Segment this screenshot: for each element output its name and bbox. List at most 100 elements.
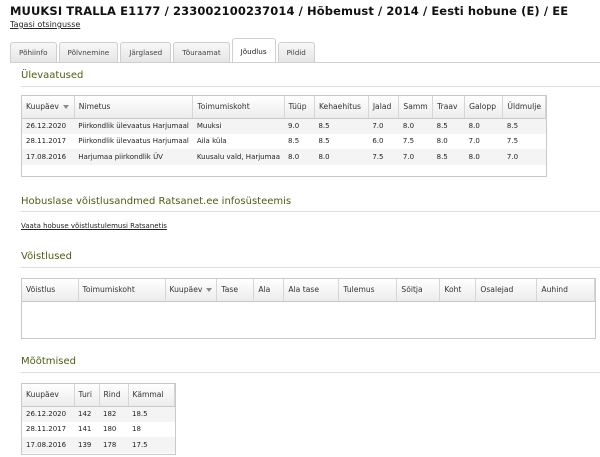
table-cell: 8.0 bbox=[284, 149, 315, 165]
competitions-header-cell[interactable]: Ala tase bbox=[283, 279, 340, 302]
tab-joudlus[interactable]: Jõudlus bbox=[231, 38, 276, 63]
overviews-header-cell[interactable]: Kuupäev bbox=[22, 96, 75, 119]
tab-pildid[interactable]: Pildid bbox=[277, 42, 315, 62]
table-cell: 26.12.2020 bbox=[22, 118, 75, 134]
table-cell: Muuksi bbox=[192, 118, 285, 134]
table-cell: Kuusalu vald, Harjumaa bbox=[192, 149, 285, 165]
table-row[interactable]: 28.11.2017 Piirkondlik ülevaatus Harjuma… bbox=[22, 134, 546, 150]
back-to-search-link[interactable]: Tagasi otsingusse bbox=[10, 20, 80, 29]
competitions-header-cell[interactable]: Võistlus bbox=[22, 279, 79, 302]
measurements-header-cell[interactable]: Kuupäev bbox=[22, 384, 75, 407]
table-row[interactable]: 26.12.2020 142 182 18.5 bbox=[22, 406, 175, 422]
table-cell: 7.5 bbox=[368, 149, 399, 165]
section-divider bbox=[21, 211, 600, 212]
measurements-header-cell[interactable]: Rind bbox=[99, 384, 129, 407]
table-cell: 7.5 bbox=[402, 137, 415, 146]
overviews-table: Kuupäev Nimetus Toimumiskoht Tüüp Kehaeh… bbox=[21, 95, 547, 177]
overviews-header-cell[interactable]: Jalad bbox=[368, 96, 400, 119]
table-cell: 8.5 bbox=[314, 118, 369, 134]
table-row[interactable]: 26.12.2020 Piirkondlik ülevaatus Harjuma… bbox=[22, 118, 546, 134]
measurements-header-cell[interactable]: Turi bbox=[74, 384, 100, 407]
competitions-header-cell[interactable]: Tulemus bbox=[338, 279, 398, 302]
measurements-title: Mõõtmised bbox=[21, 356, 77, 367]
overviews-header-cell[interactable]: Traav bbox=[432, 96, 466, 119]
competitions-table: Võistlus Toimumiskoht Kuupäev Tase Ala A… bbox=[21, 278, 596, 339]
overviews-header-cell[interactable]: Toimumiskoht bbox=[192, 96, 285, 119]
tab-touraamat[interactable]: Tõuraamat bbox=[173, 42, 230, 62]
overviews-header-cell[interactable]: Samm bbox=[398, 96, 434, 119]
table-cell: 28.11.2017 bbox=[26, 137, 67, 146]
table-cell: 142 bbox=[74, 406, 99, 422]
section-divider bbox=[21, 86, 600, 87]
table-cell: 141 bbox=[78, 425, 92, 434]
table-cell: 8.0 bbox=[464, 118, 503, 134]
table-cell: 8.0 bbox=[436, 137, 448, 146]
table-cell: 182 bbox=[99, 406, 128, 422]
measurements-header-cell[interactable]: Kämmal bbox=[128, 384, 175, 407]
tab-polvnemine[interactable]: Põlvnemine bbox=[58, 42, 119, 62]
measurements-header-row: Kuupäev Turi Rind Kämmal bbox=[22, 384, 175, 407]
table-cell: 6.0 bbox=[372, 137, 384, 146]
table-cell: 7.0 bbox=[398, 149, 433, 165]
table-row[interactable]: 17.08.2016 139 178 17.5 bbox=[22, 437, 175, 453]
table-cell: 28.11.2017 bbox=[26, 425, 67, 434]
overviews-header-cell[interactable]: Kehaehitus bbox=[314, 96, 369, 119]
table-cell: 8.5 bbox=[502, 118, 546, 134]
table-cell: 17.5 bbox=[128, 437, 175, 453]
table-row[interactable]: 17.08.2016 Harjumaa piirkondlik ÜV Kuusa… bbox=[22, 149, 546, 165]
tab-jarglased[interactable]: Järglased bbox=[120, 42, 172, 62]
table-cell: 139 bbox=[74, 437, 99, 453]
measurements-table: Kuupäev Turi Rind Kämmal 26.12.2020 142 … bbox=[21, 383, 176, 455]
competitions-header-cell[interactable]: Kuupäev bbox=[165, 279, 218, 302]
table-cell: 17.08.2016 bbox=[22, 437, 74, 453]
table-cell: 7.0 bbox=[502, 149, 546, 165]
table-cell: 8.5 bbox=[432, 149, 465, 165]
ratsanet-results-link[interactable]: Vaata hobuse võistlustulemusi Ratsanetis bbox=[21, 222, 167, 230]
overviews-header-cell[interactable]: Galopp bbox=[464, 96, 504, 119]
competitions-header-cell[interactable]: Sõitja bbox=[396, 279, 441, 302]
table-cell: 7.0 bbox=[468, 137, 480, 146]
table-cell: 9.0 bbox=[284, 118, 315, 134]
competitions-header-cell[interactable]: Ala bbox=[253, 279, 285, 302]
competitions-header-cell[interactable]: Osalejad bbox=[475, 279, 538, 302]
table-cell: 7.5 bbox=[506, 137, 519, 146]
table-cell: 26.12.2020 bbox=[22, 406, 74, 422]
section-divider bbox=[21, 372, 600, 373]
ratsanet-title: Hobuslase võistlusandmed Ratsanet.ee inf… bbox=[21, 196, 292, 207]
competitions-header-cell[interactable]: Koht bbox=[439, 279, 477, 302]
table-cell: 8.0 bbox=[398, 118, 433, 134]
overviews-header-row: Kuupäev Nimetus Toimumiskoht Tüüp Kehaeh… bbox=[22, 96, 546, 119]
table-cell: 17.08.2016 bbox=[22, 149, 75, 165]
overviews-header-cell[interactable]: Üldmulje bbox=[502, 96, 546, 119]
competitions-header-row: Võistlus Toimumiskoht Kuupäev Tase Ala A… bbox=[22, 279, 595, 302]
table-cell: 18 bbox=[132, 425, 141, 434]
table-cell: 178 bbox=[99, 437, 128, 453]
table-cell: 7.0 bbox=[368, 118, 399, 134]
competitions-header-cell[interactable]: Auhind bbox=[536, 279, 595, 302]
page-title: MUUKSI TRALLA E1177 / 233002100237014 / … bbox=[10, 4, 569, 18]
table-cell: Aila küla bbox=[196, 137, 227, 146]
table-cell: 8.0 bbox=[314, 149, 369, 165]
table-cell: Piirkondlik ülevaatus Harjumaal bbox=[78, 137, 189, 146]
competitions-header-cell[interactable]: Tase bbox=[216, 279, 255, 302]
table-cell: 180 bbox=[103, 425, 117, 434]
competitions-header-cell[interactable]: Toimumiskoht bbox=[78, 279, 166, 302]
table-cell: 8.0 bbox=[464, 149, 503, 165]
table-cell: 8.5 bbox=[288, 137, 300, 146]
table-cell: 8.5 bbox=[318, 137, 330, 146]
overviews-header-cell[interactable]: Nimetus bbox=[74, 96, 194, 119]
table-cell: Harjumaa piirkondlik ÜV bbox=[74, 149, 193, 165]
tab-divider bbox=[10, 62, 600, 63]
table-row[interactable]: 28.11.2017 141 180 18 bbox=[22, 422, 175, 438]
section-divider bbox=[21, 267, 600, 268]
table-cell: 18.5 bbox=[128, 406, 175, 422]
overviews-title: Ülevaatused bbox=[21, 70, 84, 81]
table-cell: 8.5 bbox=[432, 118, 465, 134]
overviews-header-cell[interactable]: Tüüp bbox=[284, 96, 315, 119]
tab-pohiinfo[interactable]: Põhiinfo bbox=[10, 42, 57, 62]
tab-bar: Põhiinfo Põlvnemine Järglased Tõuraamat … bbox=[10, 37, 317, 63]
competitions-title: Võistlused bbox=[21, 251, 72, 262]
sort-desc-icon bbox=[206, 288, 213, 293]
sort-desc-icon bbox=[62, 105, 69, 110]
table-cell: Piirkondlik ülevaatus Harjumaal bbox=[74, 118, 193, 134]
